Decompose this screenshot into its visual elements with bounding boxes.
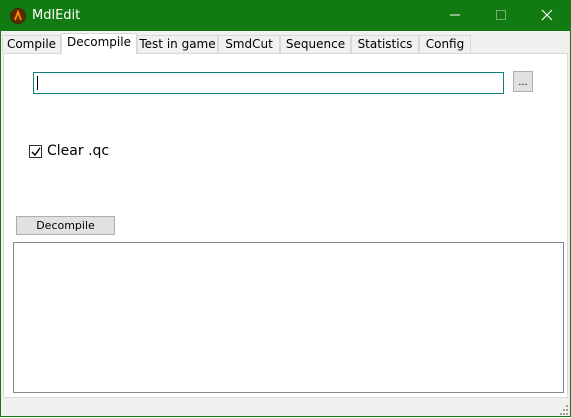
half-life-lambda-icon <box>10 8 26 24</box>
text-caret <box>37 76 38 90</box>
clear-qc-checkbox[interactable] <box>29 144 42 158</box>
maximize-icon <box>496 9 506 23</box>
tab-test-in-game[interactable]: Test in game <box>137 35 218 53</box>
tab-strip: Compile Decompile Test in game SmdCut Se… <box>1 32 570 54</box>
decompile-button[interactable]: Decompile <box>16 216 115 235</box>
tab-sequence[interactable]: Sequence <box>280 35 351 53</box>
close-icon <box>541 9 553 24</box>
tab-smdcut[interactable]: SmdCut <box>218 35 280 53</box>
tab-config[interactable]: Config <box>419 35 471 53</box>
browse-button[interactable]: ... <box>513 71 533 92</box>
tab-decompile[interactable]: Decompile <box>61 33 137 54</box>
output-log[interactable] <box>13 242 564 393</box>
model-path-input[interactable] <box>33 72 504 94</box>
maximize-button[interactable] <box>478 1 524 31</box>
decompile-panel: ... Clear .qc Decompile <box>3 53 568 398</box>
window-title: MdlEdit <box>32 8 81 23</box>
clear-qc-label: Clear .qc <box>47 143 110 159</box>
minimize-icon <box>450 9 460 23</box>
status-bar <box>1 399 570 416</box>
clear-qc-option[interactable]: Clear .qc <box>29 142 109 160</box>
minimize-button[interactable] <box>432 1 478 31</box>
close-button[interactable] <box>524 1 570 31</box>
title-bar[interactable]: MdlEdit <box>1 1 570 31</box>
tab-compile[interactable]: Compile <box>2 35 61 53</box>
app-window: MdlEdit Compile Decompile Test in game S… <box>0 0 571 417</box>
checkmark-icon <box>31 147 41 156</box>
tab-statistics[interactable]: Statistics <box>351 35 419 53</box>
resize-grip-icon[interactable] <box>558 404 568 415</box>
